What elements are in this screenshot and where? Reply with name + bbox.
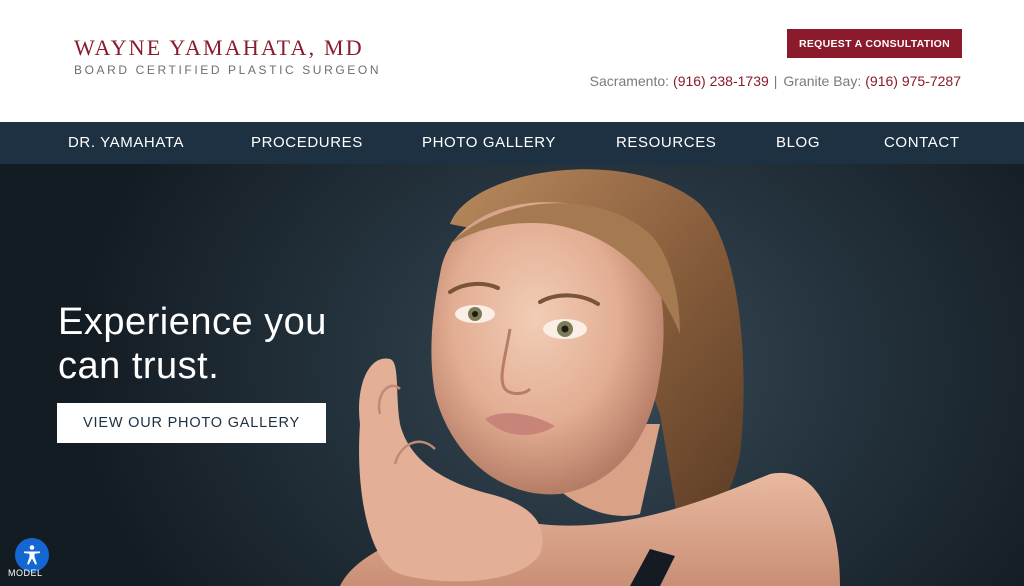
nav-item-blog[interactable]: BLOG: [776, 122, 820, 164]
main-nav: DR. YAMAHATA PROCEDURES PHOTO GALLERY RE…: [0, 122, 1024, 164]
hero-banner: Experience you can trust. VIEW OUR PHOTO…: [0, 164, 1024, 586]
hero-headline-line2: can trust.: [58, 345, 220, 387]
logo[interactable]: WAYNE YAMAHATA, MD BOARD CERTIFIED PLAST…: [74, 35, 382, 78]
accessibility-person-icon: [24, 545, 40, 565]
nav-item-dr-yamahata[interactable]: DR. YAMAHATA: [68, 122, 184, 164]
nav-item-resources[interactable]: RESOURCES: [616, 122, 716, 164]
accessibility-button[interactable]: [15, 538, 49, 572]
phone-separator: |: [773, 73, 778, 89]
phone-number-sacramento[interactable]: (916) 238-1739: [673, 73, 769, 89]
phone-number-granite-bay[interactable]: (916) 975-7287: [865, 73, 961, 89]
nav-item-contact[interactable]: CONTACT: [884, 122, 960, 164]
hero-portrait-image: [340, 169, 840, 586]
hero-headline-line1: Experience you: [58, 301, 327, 343]
view-photo-gallery-button[interactable]: VIEW OUR PHOTO GALLERY: [57, 403, 326, 443]
nav-item-procedures[interactable]: PROCEDURES: [251, 122, 363, 164]
logo-name: WAYNE YAMAHATA, MD: [74, 35, 364, 60]
accessibility-label: MODEL: [8, 568, 43, 578]
phone-location-sacramento: Sacramento:: [589, 73, 670, 89]
nav-item-photo-gallery[interactable]: PHOTO GALLERY: [422, 122, 556, 164]
site-header: WAYNE YAMAHATA, MD BOARD CERTIFIED PLAST…: [0, 0, 1024, 122]
phone-location-granite-bay: Granite Bay:: [783, 73, 862, 89]
phone-numbers: Sacramento: (916) 238-1739 | Granite Bay…: [590, 73, 961, 89]
logo-subtitle: BOARD CERTIFIED PLASTIC SURGEON: [74, 63, 382, 77]
request-consultation-button[interactable]: REQUEST A CONSULTATION: [787, 29, 962, 58]
hero-headline: Experience you can trust.: [58, 300, 327, 388]
